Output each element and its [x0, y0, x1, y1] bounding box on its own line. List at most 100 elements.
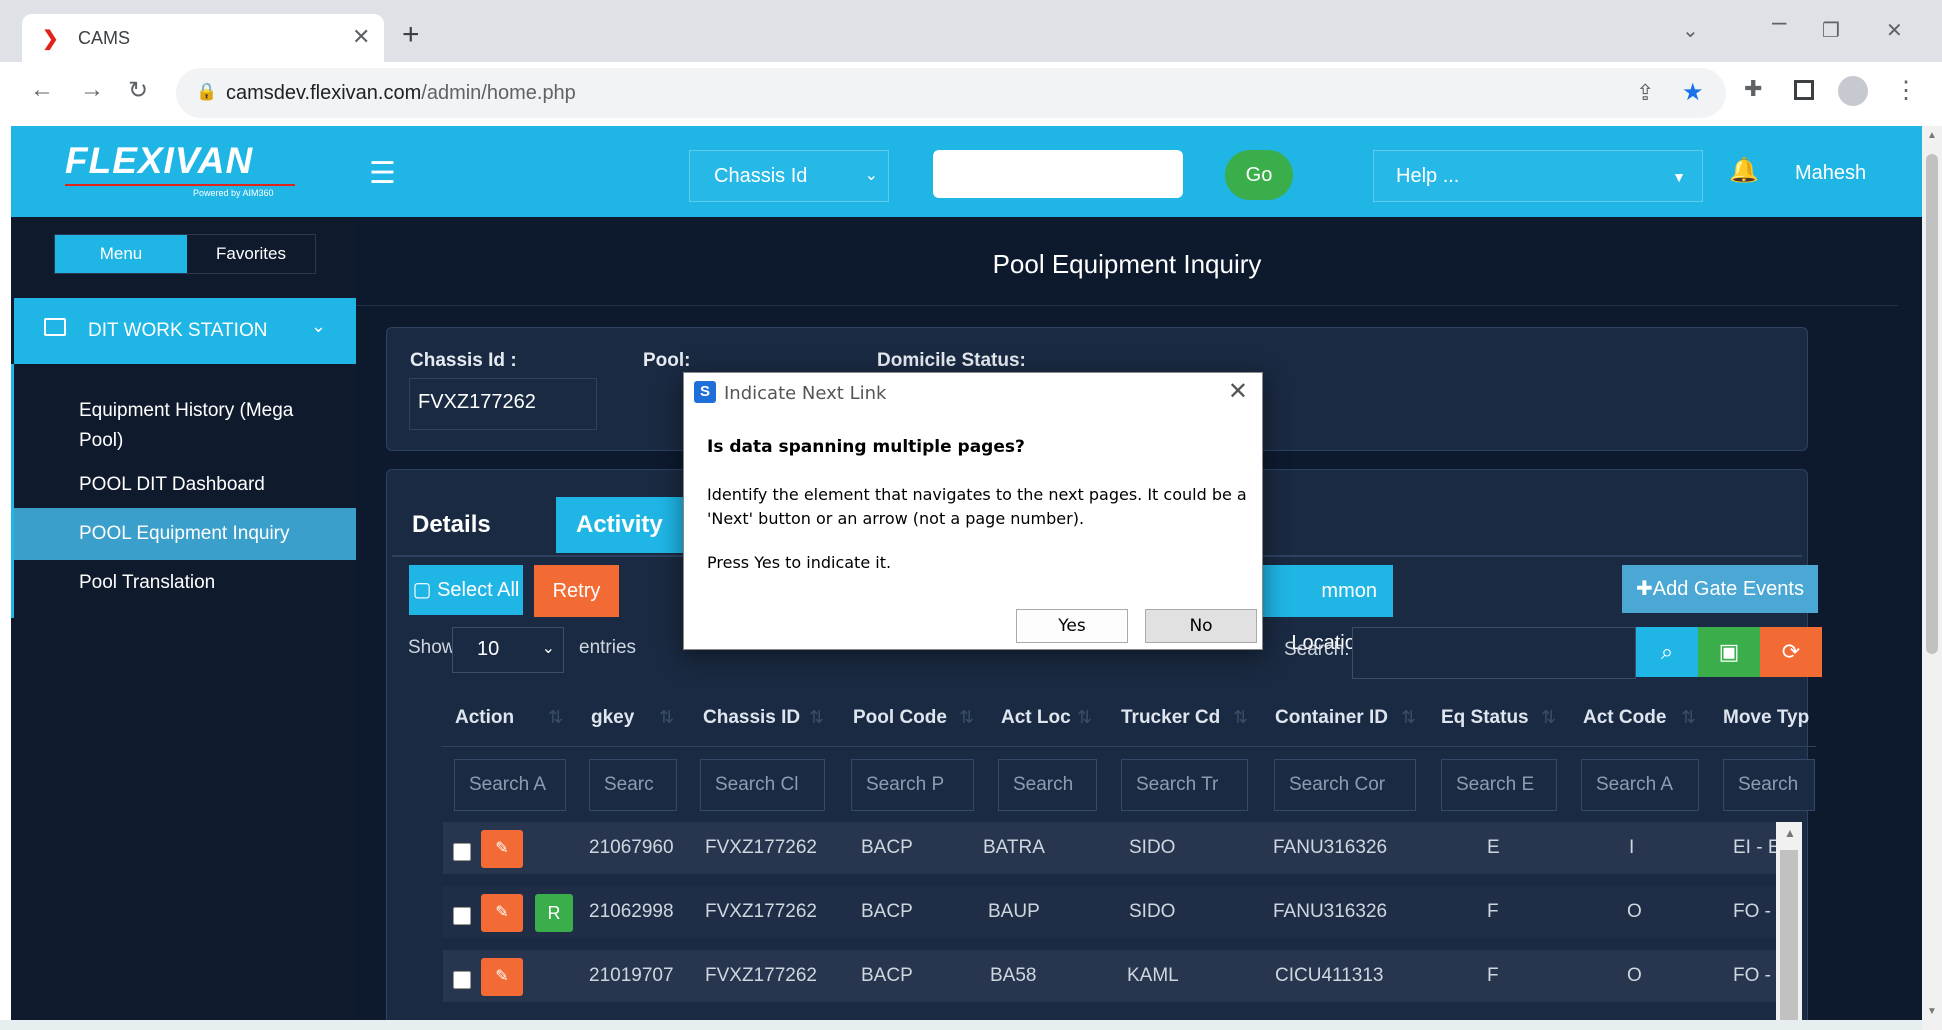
filter-container-id[interactable]: Search Cor [1274, 759, 1416, 811]
bookmark-star-icon[interactable]: ★ [1682, 78, 1704, 107]
sort-icon[interactable]: ⇅ [809, 707, 824, 728]
filter-pool-code[interactable]: Search P [851, 759, 974, 811]
scroll-up-icon[interactable]: ▲ [1927, 130, 1937, 141]
cell-container-id: CICU411313 [1275, 965, 1384, 986]
col-header-act-code[interactable]: Act Code [1583, 707, 1666, 729]
entries-length-select[interactable]: 10 ⌄ [452, 627, 564, 673]
col-header-gkey[interactable]: gkey [591, 707, 634, 729]
back-icon[interactable]: ← [30, 76, 54, 104]
table-row[interactable]: ✎ R 21062998 FVXZ177262 BACP BAUP SIDO F… [443, 886, 1787, 938]
sort-icon[interactable]: ⇅ [1681, 707, 1696, 728]
filter-action[interactable]: Search A [454, 759, 566, 811]
tab-menu[interactable]: Menu [55, 235, 187, 273]
lock-icon: 🔒 [196, 82, 218, 101]
tab-details[interactable]: Details [392, 497, 511, 553]
sidebar-item-pool-equipment-inquiry[interactable]: POOL Equipment Inquiry [79, 516, 290, 552]
minimize-icon[interactable]: – [1772, 6, 1786, 37]
filter-chassis-id[interactable]: Search Cl [700, 759, 825, 811]
col-header-act-loc[interactable]: Act Loc [1001, 707, 1071, 729]
filter-trucker-cd[interactable]: Search Tr [1121, 759, 1248, 811]
browser-tab[interactable]: ❯ CAMS ✕ [22, 14, 384, 62]
close-tab-icon[interactable]: ✕ [352, 24, 370, 50]
cell-gkey: 21019707 [589, 965, 674, 986]
common-locations-button[interactable]: mmon Locations [1256, 565, 1393, 654]
row-checkbox[interactable] [453, 907, 471, 925]
share-icon[interactable]: ⇪ [1636, 80, 1654, 106]
col-header-container-id[interactable]: Container ID [1275, 707, 1388, 729]
filter-eq-status[interactable]: Search E [1441, 759, 1557, 811]
sort-icon[interactable]: ⇅ [1077, 707, 1092, 728]
row-checkbox[interactable] [453, 971, 471, 989]
sidebar-accent-line [11, 364, 14, 618]
table-search-input[interactable] [1352, 627, 1636, 679]
dialog-close-icon[interactable]: ✕ [1228, 377, 1248, 406]
filter-move-type[interactable]: Search [1723, 759, 1815, 811]
search-type-select[interactable]: Chassis Id ⌄ [689, 150, 889, 202]
help-select[interactable]: Help ... ▼ [1373, 150, 1703, 202]
scroll-down-icon[interactable]: ▼ [1927, 1006, 1937, 1017]
filter-act-loc[interactable]: Search [998, 759, 1097, 811]
col-header-pool-code[interactable]: Pool Code [853, 707, 947, 729]
restore-icon[interactable]: ❐ [1822, 18, 1840, 43]
col-header-eq-status[interactable]: Eq Status [1441, 707, 1529, 729]
entries-label: entries [579, 637, 637, 658]
window-close-icon[interactable]: ✕ [1886, 18, 1903, 43]
sort-icon[interactable]: ⇅ [1401, 707, 1416, 728]
sidebar-item-pool-dit-dashboard[interactable]: POOL DIT Dashboard [79, 467, 265, 503]
col-header-chassis-id[interactable]: Chassis ID [703, 707, 800, 729]
new-tab-icon[interactable]: + [402, 18, 420, 52]
col-header-move-type[interactable]: Move Typ [1723, 707, 1815, 729]
sidebar-item-equipment-history-cont[interactable]: Pool) [79, 423, 123, 459]
add-gate-events-button[interactable]: ✚Add Gate Events [1622, 565, 1818, 613]
notification-bell-icon[interactable]: 🔔 [1729, 156, 1759, 185]
sidebar-workstation-header[interactable]: DIT WORK STATION ⌄ [14, 298, 356, 364]
sort-icon[interactable]: ⇅ [659, 707, 674, 728]
page-scrollbar-thumb[interactable] [1926, 154, 1938, 654]
sort-icon[interactable]: ⇅ [959, 707, 974, 728]
scroll-up-icon[interactable]: ▲ [1784, 826, 1796, 840]
extensions-icon[interactable]: ✚ [1744, 76, 1762, 102]
edit-icon[interactable]: ✎ [481, 830, 523, 868]
flexivan-logo[interactable]: FLEXIVAN [65, 140, 253, 182]
browser-menu-icon[interactable]: ⋮ [1894, 76, 1918, 105]
address-bar[interactable]: 🔒 camsdev.flexivan.com/admin/home.php ⇪ … [176, 68, 1726, 118]
retry-button[interactable]: Retry [534, 565, 619, 617]
sort-icon[interactable]: ⇅ [1541, 707, 1556, 728]
row-checkbox[interactable] [453, 843, 471, 861]
yes-button[interactable]: Yes [1016, 609, 1128, 643]
edit-icon[interactable]: ✎ [481, 958, 523, 996]
table-row[interactable]: ✎ 21019707 FVXZ177262 BACP BA58 KAML CIC… [443, 950, 1787, 1002]
user-name[interactable]: Mahesh [1795, 162, 1866, 185]
cell-pool-code: BACP [861, 901, 913, 922]
select-all-button[interactable]: ▢ Select All [409, 565, 523, 615]
table-row[interactable]: ✎ 21067960 FVXZ177262 BACP BATRA SIDO FA… [443, 822, 1787, 874]
filter-act-code[interactable]: Search A [1581, 759, 1699, 811]
filter-gkey[interactable]: Searc [589, 759, 677, 811]
col-header-action[interactable]: Action [455, 707, 514, 729]
sort-icon[interactable]: ⇅ [1233, 707, 1248, 728]
table-scrollbar[interactable]: ▲ [1776, 822, 1802, 1030]
cell-container-id: FANU316326 [1273, 837, 1388, 858]
sidebar-item-pool-translation[interactable]: Pool Translation [79, 565, 215, 601]
header-search-input[interactable] [933, 150, 1183, 198]
tab-activity[interactable]: Activity [556, 497, 685, 553]
search-icon[interactable]: ⌕ [1636, 627, 1698, 677]
no-button[interactable]: No [1145, 609, 1257, 643]
hamburger-menu-icon[interactable]: ☰ [369, 156, 396, 191]
reload-icon[interactable]: ↻ [128, 76, 148, 105]
table-scrollbar-thumb[interactable] [1780, 850, 1798, 1030]
r-button[interactable]: R [535, 894, 573, 932]
forward-icon[interactable]: → [80, 76, 104, 104]
go-button[interactable]: Go [1225, 150, 1293, 200]
edit-icon[interactable]: ✎ [481, 894, 523, 932]
tab-favorites[interactable]: Favorites [187, 235, 315, 273]
profile-avatar-icon[interactable] [1838, 76, 1868, 106]
page-scrollbar[interactable]: ▲ ▼ [1922, 126, 1942, 1030]
chassis-id-value: FVXZ177262 [409, 378, 597, 430]
side-panel-icon[interactable] [1794, 80, 1814, 100]
col-header-trucker-cd[interactable]: Trucker Cd [1121, 707, 1220, 729]
sort-icon[interactable]: ⇅ [548, 707, 563, 728]
tab-search-chevron-icon[interactable]: ⌄ [1682, 18, 1699, 43]
excel-export-icon[interactable]: ▣ [1698, 627, 1760, 677]
refresh-icon[interactable]: ⟳ [1760, 627, 1822, 677]
